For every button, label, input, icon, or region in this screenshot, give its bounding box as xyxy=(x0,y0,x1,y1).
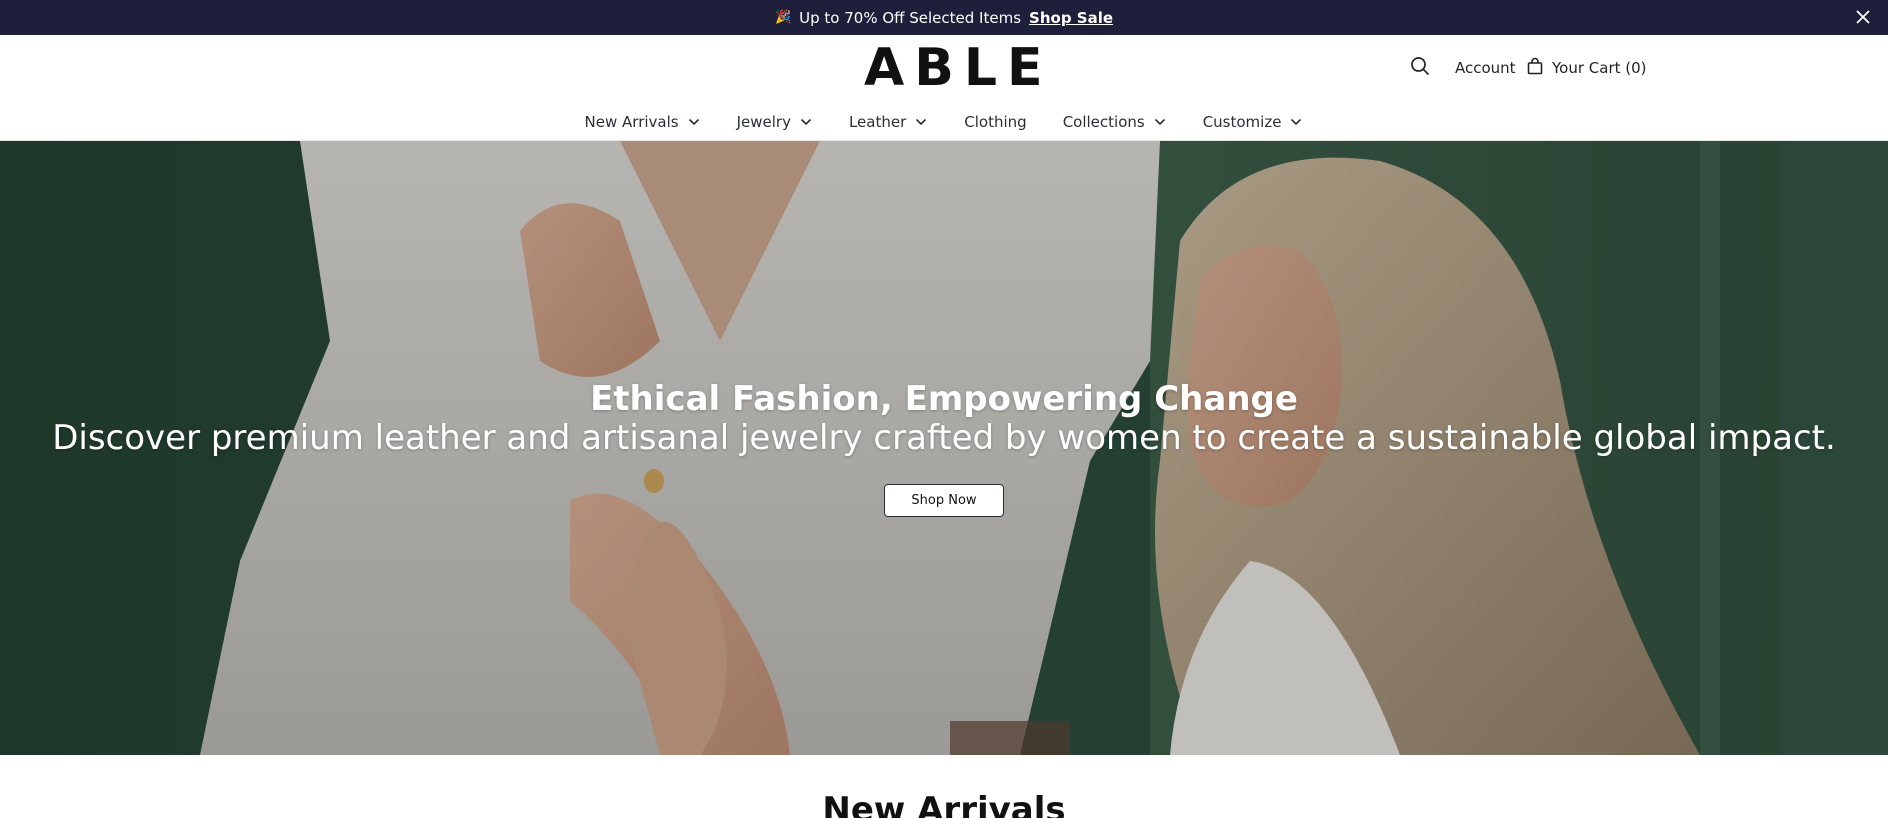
announcement-bar: 🎉 Up to 70% Off Selected Items Shop Sale xyxy=(0,0,1888,35)
chevron-down-icon xyxy=(1154,118,1165,126)
nav-item-leather[interactable]: Leather xyxy=(849,107,928,137)
new-arrivals-heading: New Arrivals xyxy=(822,790,1066,818)
main-navigation: New Arrivals Jewelry Leather Clothing Co… xyxy=(0,107,1888,137)
shopping-bag-icon xyxy=(1527,57,1552,79)
nav-item-jewelry[interactable]: Jewelry xyxy=(737,107,813,137)
search-icon xyxy=(1410,56,1430,80)
search-button[interactable] xyxy=(1410,55,1434,81)
chevron-down-icon xyxy=(916,118,927,126)
cart-label: Your Cart (0) xyxy=(1552,59,1647,77)
nav-item-new-arrivals[interactable]: New Arrivals xyxy=(585,107,701,137)
chevron-down-icon xyxy=(800,118,812,126)
nav-label: Collections xyxy=(1062,113,1145,131)
nav-label: Jewelry xyxy=(736,113,791,131)
nav-item-collections[interactable]: Collections xyxy=(1063,107,1167,137)
nav-item-customize[interactable]: Customize xyxy=(1203,107,1304,137)
hero-title: Ethical Fashion, Empowering Change xyxy=(590,379,1298,419)
site-logo[interactable]: ABLE xyxy=(864,42,1043,94)
cart-link[interactable]: Your Cart (0) xyxy=(1527,55,1647,81)
nav-label: Leather xyxy=(848,113,907,131)
shop-now-button[interactable]: Shop Now xyxy=(884,484,1004,517)
nav-label: Customize xyxy=(1202,113,1282,131)
site-header: ABLE Account Your Cart (0) New Arrivals … xyxy=(0,35,1888,141)
chevron-down-icon xyxy=(688,118,699,126)
party-popper-icon: 🎉 xyxy=(774,10,792,25)
nav-item-clothing[interactable]: Clothing xyxy=(964,107,1026,137)
hero-banner: Ethical Fashion, Empowering Change Disco… xyxy=(0,141,1888,755)
chevron-down-icon xyxy=(1291,118,1302,126)
shop-sale-link[interactable]: Shop Sale xyxy=(1029,9,1113,27)
close-icon[interactable] xyxy=(1854,8,1872,26)
hero-subtitle: Discover premium leather and artisanal j… xyxy=(52,418,1836,458)
account-link[interactable]: Account xyxy=(1455,55,1516,81)
nav-label: New Arrivals xyxy=(584,113,679,131)
announcement-text: Up to 70% Off Selected Items xyxy=(799,8,1022,27)
nav-label: Clothing xyxy=(964,113,1027,131)
